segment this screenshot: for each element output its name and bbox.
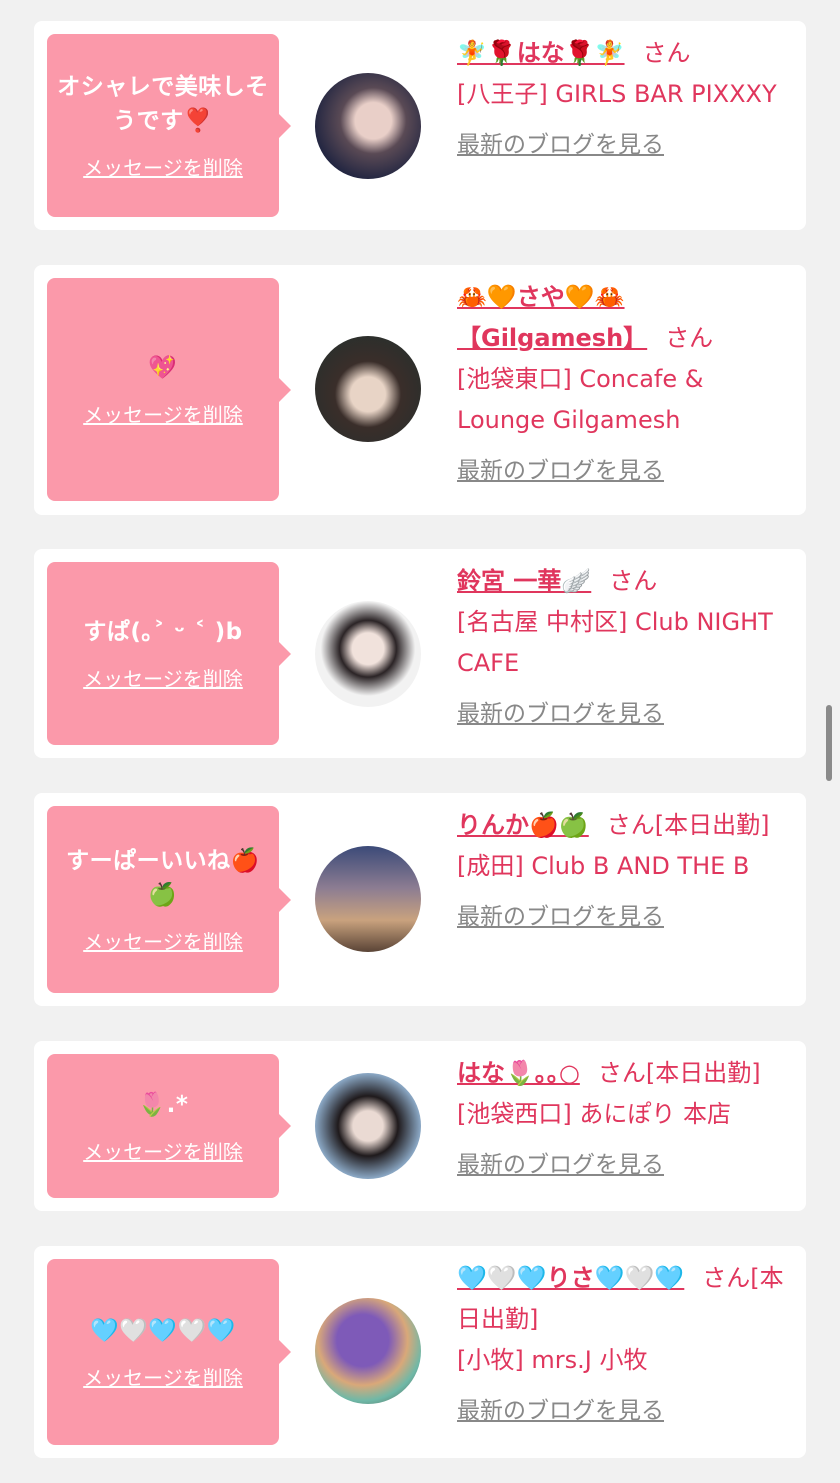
- honorific: さん[本日出勤]: [606, 811, 770, 839]
- cast-name-link[interactable]: 鈴宮 一華🪽: [457, 567, 591, 595]
- avatar[interactable]: [315, 1298, 421, 1404]
- latest-blog-link[interactable]: 最新のブログを見る: [457, 451, 664, 492]
- honorific: さん: [642, 39, 691, 67]
- message-text: 💖: [148, 355, 178, 381]
- message-card: 💖 メッセージを削除 🦀🧡さや🧡🦀【Gilgamesh】 さん [池袋東口] Co…: [34, 265, 806, 515]
- message-text: すーぱーいいね🍎🍏: [66, 848, 260, 908]
- message-card: 🌷.* メッセージを削除 はな🌷｡｡○ さん[本日出勤] [池袋西口] あにぽり …: [34, 1041, 806, 1211]
- avatar[interactable]: [315, 1073, 421, 1179]
- shop-info: [成田] Club B AND THE B: [457, 852, 750, 880]
- cast-name-link[interactable]: りんか🍎🍏: [457, 811, 589, 839]
- message-text: すぱ(｡˃ ᵕ ˂ )b: [83, 619, 243, 645]
- avatar[interactable]: [315, 846, 421, 952]
- delete-message-link[interactable]: メッセージを削除: [83, 399, 243, 428]
- shop-info: [池袋西口] あにぽり 本店: [457, 1100, 731, 1128]
- avatar[interactable]: [315, 601, 421, 707]
- scrollbar[interactable]: [826, 705, 832, 781]
- cast-info: はな🌷｡｡○ さん[本日出勤] [池袋西口] あにぽり 本店 最新のブログを見る: [457, 1053, 792, 1186]
- shop-info: [小牧] mrs.J 小牧: [457, 1346, 648, 1374]
- message-bubble: 🌷.* メッセージを削除: [47, 1054, 279, 1198]
- latest-blog-link[interactable]: 最新のブログを見る: [457, 1391, 664, 1432]
- latest-blog-link[interactable]: 最新のブログを見る: [457, 694, 664, 735]
- delete-message-link[interactable]: メッセージを削除: [83, 926, 243, 955]
- message-bubble: オシャレで美味しそうです❣️ メッセージを削除: [47, 34, 279, 217]
- cast-info: りんか🍎🍏 さん[本日出勤] [成田] Club B AND THE B 最新のブ…: [457, 805, 792, 938]
- message-card: オシャレで美味しそうです❣️ メッセージを削除 🧚🌹はな🌹🧚 さん [八王子] G…: [34, 21, 806, 230]
- cast-name-link[interactable]: はな🌷｡｡○: [457, 1059, 580, 1087]
- shop-info: [池袋東口] Concafe & Lounge Gilgamesh: [457, 365, 704, 434]
- honorific: さん[本日出勤]: [597, 1059, 761, 1087]
- message-card: 🩵🤍🩵🤍🩵 メッセージを削除 🩵🤍🩵りさ🩵🤍🩵 さん[本日出勤] [小牧] mrs…: [34, 1246, 806, 1458]
- shop-info: [名古屋 中村区] Club NIGHT CAFE: [457, 608, 773, 677]
- message-bubble: すぱ(｡˃ ᵕ ˂ )b メッセージを削除: [47, 562, 279, 745]
- message-text: 🩵🤍🩵🤍🩵: [90, 1317, 236, 1344]
- latest-blog-link[interactable]: 最新のブログを見る: [457, 125, 664, 166]
- cast-name-link[interactable]: 🩵🤍🩵りさ🩵🤍🩵: [457, 1264, 684, 1292]
- delete-message-link[interactable]: メッセージを削除: [83, 1362, 243, 1391]
- latest-blog-link[interactable]: 最新のブログを見る: [457, 897, 664, 938]
- cast-info: 🩵🤍🩵りさ🩵🤍🩵 さん[本日出勤] [小牧] mrs.J 小牧 最新のブログを見る: [457, 1258, 792, 1432]
- message-bubble: 💖 メッセージを削除: [47, 278, 279, 501]
- cast-info: 鈴宮 一華🪽 さん [名古屋 中村区] Club NIGHT CAFE 最新のブロ…: [457, 561, 792, 735]
- delete-message-link[interactable]: メッセージを削除: [83, 663, 243, 692]
- delete-message-link[interactable]: メッセージを削除: [83, 1136, 243, 1165]
- message-card: すぱ(｡˃ ᵕ ˂ )b メッセージを削除 鈴宮 一華🪽 さん [名古屋 中村区]…: [34, 549, 806, 758]
- cast-info: 🦀🧡さや🧡🦀【Gilgamesh】 さん [池袋東口] Concafe & Lou…: [457, 277, 792, 492]
- shop-info: [八王子] GIRLS BAR PIXXXY: [457, 80, 777, 108]
- message-bubble: 🩵🤍🩵🤍🩵 メッセージを削除: [47, 1259, 279, 1445]
- honorific: さん: [665, 324, 714, 352]
- cast-name-link[interactable]: 🦀🧡さや🧡🦀【Gilgamesh】: [457, 283, 647, 352]
- avatar[interactable]: [315, 336, 421, 442]
- latest-blog-link[interactable]: 最新のブログを見る: [457, 1145, 664, 1186]
- avatar[interactable]: [315, 73, 421, 179]
- honorific: さん: [609, 567, 658, 595]
- cast-name-link[interactable]: 🧚🌹はな🌹🧚: [457, 39, 625, 67]
- message-text: オシャレで美味しそうです❣️: [57, 74, 269, 134]
- message-text: 🌷.*: [137, 1091, 189, 1118]
- cast-info: 🧚🌹はな🌹🧚 さん [八王子] GIRLS BAR PIXXXY 最新のブログを見…: [457, 33, 792, 166]
- message-card: すーぱーいいね🍎🍏 メッセージを削除 りんか🍎🍏 さん[本日出勤] [成田] Cl…: [34, 793, 806, 1006]
- delete-message-link[interactable]: メッセージを削除: [83, 152, 243, 181]
- message-bubble: すーぱーいいね🍎🍏 メッセージを削除: [47, 806, 279, 993]
